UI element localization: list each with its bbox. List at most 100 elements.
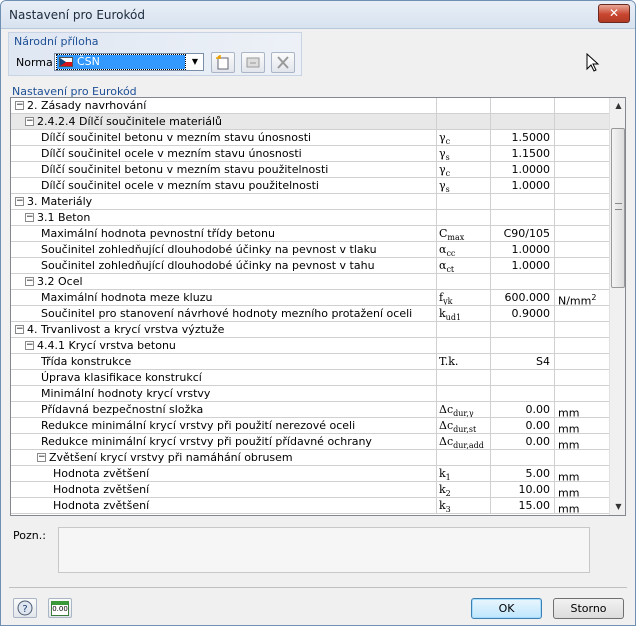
collapse-icon[interactable]: − (25, 277, 34, 286)
table-row[interactable]: Dílčí součinitel ocele v mezním stavu po… (11, 178, 609, 194)
norma-value: ČSN (77, 55, 100, 68)
row-value-cell[interactable]: 1.0000 (491, 178, 555, 193)
table-row[interactable]: Redukce minimální krycí vrstvy při použi… (11, 434, 609, 450)
scroll-down-icon[interactable]: ▼ (610, 499, 625, 515)
vertical-scrollbar[interactable]: ▲ ▼ (609, 98, 625, 515)
row-symbol-subscript: max (447, 233, 465, 241)
close-button[interactable]: ✕ (598, 4, 630, 23)
row-symbol-subscript: 2 (445, 489, 451, 497)
svg-text:?: ? (22, 604, 27, 615)
table-row[interactable]: Hodnota zvětšení k1 5.00 mm (11, 466, 609, 482)
table-row[interactable]: Součinitel zohledňující dlouhodobé účink… (11, 258, 609, 274)
row-value-cell[interactable] (491, 386, 555, 401)
row-value-cell[interactable]: 1.1500 (491, 146, 555, 161)
scroll-thumb[interactable] (611, 128, 625, 288)
collapse-icon[interactable]: − (25, 213, 34, 222)
table-row[interactable]: Třída konstrukce T.k. S4 (11, 354, 609, 370)
scroll-up-icon[interactable]: ▲ (610, 98, 625, 114)
row-symbol-cell: Δcdur,add (437, 434, 491, 449)
row-value-cell[interactable] (491, 370, 555, 385)
cancel-button[interactable]: Storno (553, 598, 624, 619)
tree-group-row[interactable]: − Zvětšení krycí vrstvy při namáhání obru… (11, 450, 609, 466)
row-label-cell: Maximální hodnota meze kluzu (11, 290, 437, 305)
row-label: Dílčí součinitel betonu v mezním stavu ú… (41, 131, 312, 144)
tree-group-row[interactable]: −2.4.2.4 Dílčí součinitele materiálů (11, 114, 609, 130)
row-value-cell[interactable]: S4 (491, 354, 555, 369)
row-value-cell[interactable]: 10.00 (491, 482, 555, 497)
tree-group-row[interactable]: −4.4.1 Krycí vrstva betonu (11, 338, 609, 354)
row-value-cell[interactable]: 0.9000 (491, 306, 555, 321)
row-symbol: Δc (439, 403, 454, 416)
row-value-cell[interactable]: 0.00 (491, 434, 555, 449)
row-value-cell[interactable]: 5.00 (491, 466, 555, 481)
collapse-icon[interactable]: − (15, 325, 24, 334)
row-value-cell[interactable]: 15.00 (491, 498, 555, 513)
norma-select[interactable]: ČSN ▼ (54, 53, 204, 71)
collapse-icon[interactable]: − (37, 453, 46, 462)
row-value-cell[interactable]: 1.0000 (491, 162, 555, 177)
row-symbol-subscript: dur,γ (453, 409, 474, 417)
row-value-cell[interactable]: 0.00 (491, 418, 555, 433)
row-symbol-subscript: c (445, 169, 451, 177)
row-value-cell[interactable]: 1.0000 (491, 258, 555, 273)
row-symbol: γ (439, 179, 446, 192)
row-value-cell (491, 114, 555, 129)
chevron-down-icon[interactable]: ▼ (188, 55, 202, 69)
row-label-cell: Třída konstrukce (11, 354, 437, 369)
table-row[interactable]: Úprava klasifikace konstrukcí (11, 370, 609, 386)
table-row[interactable]: Součinitel zohledňující dlouhodobé účink… (11, 242, 609, 258)
settings-tree-grid[interactable]: −2. Zásady navrhování −2.4.2.4 Dílčí souč… (10, 97, 626, 516)
row-value-cell[interactable]: C90/105 (491, 226, 555, 241)
row-label: 3. Materiály (27, 195, 93, 208)
row-symbol: T.k. (439, 355, 459, 368)
row-value-cell[interactable]: 0.00 (491, 402, 555, 417)
table-row[interactable]: Maximální hodnota meze kluzu fyk 600.000 N/… (11, 290, 609, 306)
row-value-cell[interactable]: 1.5000 (491, 130, 555, 145)
row-label: 4.4.1 Krycí vrstva betonu (37, 339, 176, 352)
row-label-cell: −3. Materiály (11, 194, 437, 209)
table-row[interactable]: Minimální hodnoty krycí vrstvy (11, 386, 609, 402)
delete-annex-button[interactable] (271, 52, 295, 73)
table-row[interactable]: Hodnota zvětšení k3 15.00 mm (11, 498, 609, 514)
row-label: Součinitel zohledňující dlouhodobé účink… (41, 243, 377, 256)
row-symbol-cell: Δcdur,st (437, 418, 491, 433)
row-unit-cell (555, 178, 609, 193)
row-label: Minimální hodnoty krycí vrstvy (41, 387, 211, 400)
new-annex-button[interactable] (211, 52, 235, 73)
table-row[interactable]: Dílčí součinitel ocele v mezním stavu ún… (11, 146, 609, 162)
ok-button[interactable]: OK (471, 598, 542, 619)
units-button[interactable]: 0.00 (48, 598, 72, 618)
row-label: 3.2 Ocel (37, 275, 83, 288)
table-row[interactable]: Hodnota zvětšení k2 10.00 mm (11, 482, 609, 498)
table-row[interactable]: Součinitel pro stanovení návrhové hodnot… (11, 306, 609, 322)
tree-group-row[interactable]: −4. Trvanlivost a krycí vrstva výztuže (11, 322, 609, 338)
row-value-cell[interactable]: 1.0000 (491, 242, 555, 257)
table-row[interactable]: Přídavná bezpečnostní složka Δcdur,γ 0.00 m… (11, 402, 609, 418)
row-label-cell: Součinitel zohledňující dlouhodobé účink… (11, 258, 437, 273)
edit-annex-button[interactable] (241, 52, 265, 73)
row-label-cell: Úprava klasifikace konstrukcí (11, 370, 437, 385)
tree-group-row[interactable]: −3. Materiály (11, 194, 609, 210)
table-row[interactable]: Maximální hodnota pevnostní třídy betonu… (11, 226, 609, 242)
tree-group-row[interactable]: −2. Zásady navrhování (11, 98, 609, 114)
tree-group-row[interactable]: −3.1 Beton (11, 210, 609, 226)
collapse-icon[interactable]: − (15, 197, 24, 206)
notes-field[interactable] (58, 527, 590, 573)
row-value-cell (491, 338, 555, 353)
row-value-cell[interactable]: 600.000 (491, 290, 555, 305)
row-unit-cell (555, 98, 609, 113)
norma-label: Norma: (16, 56, 57, 69)
table-row[interactable]: Redukce minimální krycí vrstvy při použi… (11, 418, 609, 434)
row-unit: mm (558, 406, 580, 417)
collapse-icon[interactable]: − (15, 101, 24, 110)
row-unit-cell: mm (555, 418, 609, 433)
collapse-icon[interactable]: − (25, 341, 34, 350)
table-row[interactable]: Dílčí součinitel betonu v mezním stavu p… (11, 162, 609, 178)
collapse-icon[interactable]: − (25, 117, 34, 126)
help-button[interactable]: ? (13, 598, 37, 618)
czech-flag-icon (59, 57, 73, 67)
table-row[interactable]: Dílčí součinitel betonu v mezním stavu ú… (11, 130, 609, 146)
row-symbol-cell: k2 (437, 482, 491, 497)
row-unit-cell (555, 242, 609, 257)
tree-group-row[interactable]: −3.2 Ocel (11, 274, 609, 290)
